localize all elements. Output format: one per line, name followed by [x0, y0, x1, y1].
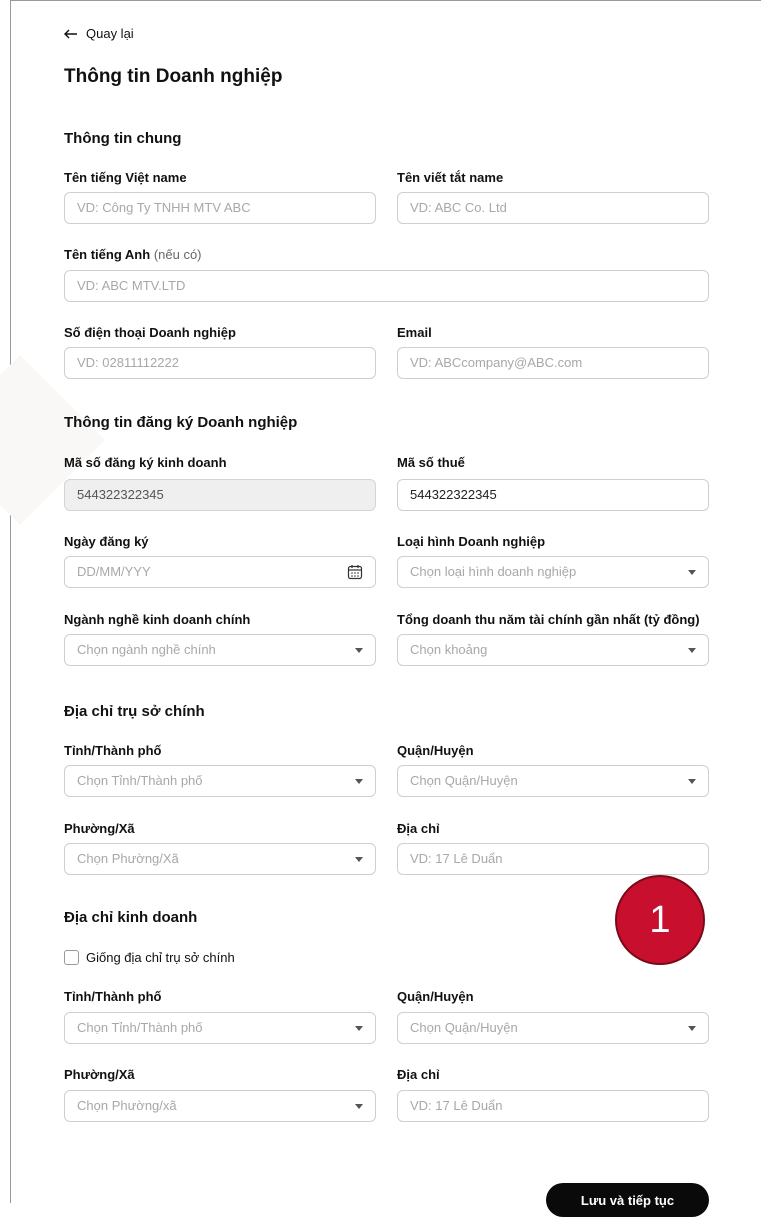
caret-down-icon [688, 569, 696, 575]
ho-province-select[interactable]: Chọn Tỉnh/Thành phố [64, 765, 376, 797]
reg-date-placeholder: DD/MM/YYY [77, 564, 151, 579]
arrow-left-icon [64, 29, 77, 38]
save-continue-button[interactable]: Lưu và tiếp tục [546, 1183, 709, 1217]
section-registration-title: Thông tin đăng ký Doanh nghiệp [64, 414, 298, 431]
short-name-label: Tên viết tắt name [397, 170, 504, 185]
caret-down-icon [355, 778, 363, 784]
same-address-checkbox[interactable] [64, 950, 79, 965]
ho-district-placeholder: Chọn Quận/Huyện [410, 773, 518, 788]
ho-district-select[interactable]: Chọn Quận/Huyện [397, 765, 709, 797]
tax-no-value: 544322322345 [410, 487, 497, 502]
caret-down-icon [355, 1103, 363, 1109]
frame-left-border [10, 0, 11, 1203]
tax-no-input[interactable]: 544322322345 [397, 479, 709, 511]
ba-district-select[interactable]: Chọn Quận/Huyện [397, 1012, 709, 1044]
ho-ward-label: Phường/Xã [64, 821, 135, 836]
ba-address-label: Địa chỉ [397, 1067, 440, 1082]
ba-ward-placeholder: Chọn Phường/xã [77, 1098, 177, 1113]
short-name-placeholder: VD: ABC Co. Ltd [410, 200, 507, 215]
en-name-label-text: Tên tiếng Anh [64, 247, 151, 262]
back-label: Quay lại [86, 26, 134, 41]
phone-placeholder: VD: 02811112222 [77, 355, 179, 370]
ba-district-label: Quận/Huyện [397, 989, 474, 1004]
ba-ward-label: Phường/Xã [64, 1067, 135, 1082]
reg-date-label: Ngày đăng ký [64, 534, 149, 549]
section-business-address-title: Địa chỉ kinh doanh [64, 909, 198, 926]
revenue-label: Tổng doanh thu năm tài chính gần nhất (t… [397, 612, 700, 627]
email-placeholder: VD: ABCcompany@ABC.com [410, 355, 583, 370]
ho-address-label: Địa chỉ [397, 821, 440, 836]
caret-down-icon [355, 1025, 363, 1031]
email-input[interactable]: VD: ABCcompany@ABC.com [397, 347, 709, 379]
phone-input[interactable]: VD: 02811112222 [64, 347, 376, 379]
caret-down-icon [688, 647, 696, 653]
en-name-label: Tên tiếng Anh (nếu có) [64, 247, 202, 262]
ba-province-label: Tỉnh/Thành phố [64, 989, 162, 1004]
frame-top-border [10, 0, 761, 1]
industry-select[interactable]: Chọn ngành nghề chính [64, 634, 376, 666]
ho-ward-placeholder: Chọn Phường/Xã [77, 851, 179, 866]
section-head-office-title: Địa chỉ trụ sở chính [64, 703, 205, 720]
ho-address-input[interactable]: VD: 17 Lê Duẩn [397, 843, 709, 875]
vn-name-label: Tên tiếng Việt name [64, 170, 187, 185]
short-name-input[interactable]: VD: ABC Co. Ltd [397, 192, 709, 224]
industry-label: Ngành nghề kinh doanh chính [64, 612, 251, 627]
reg-no-value: 544322322345 [77, 487, 164, 502]
caret-down-icon [355, 647, 363, 653]
phone-label: Số điện thoại Doanh nghiệp [64, 325, 236, 340]
ho-address-placeholder: VD: 17 Lê Duẩn [410, 851, 503, 866]
section-general-title: Thông tin chung [64, 130, 182, 147]
same-address-label[interactable]: Giống địa chỉ trụ sở chính [86, 950, 235, 965]
vn-name-placeholder: VD: Công Ty TNHH MTV ABC [77, 200, 251, 215]
reg-no-label: Mã số đăng ký kinh doanh [64, 455, 227, 470]
revenue-placeholder: Chọn khoảng [410, 642, 488, 657]
en-name-placeholder: VD: ABC MTV.LTD [77, 278, 186, 293]
caret-down-icon [355, 856, 363, 862]
biz-type-select[interactable]: Chọn loại hình doanh nghiệp [397, 556, 709, 588]
ba-province-placeholder: Chọn Tỉnh/Thành phố [77, 1020, 203, 1035]
industry-placeholder: Chọn ngành nghề chính [77, 642, 216, 657]
step-number-badge: 1 [615, 875, 705, 965]
ho-province-label: Tỉnh/Thành phố [64, 743, 162, 758]
revenue-select[interactable]: Chọn khoảng [397, 634, 709, 666]
email-label: Email [397, 325, 432, 340]
reg-date-input[interactable]: DD/MM/YYY [64, 556, 376, 588]
calendar-icon[interactable] [347, 564, 363, 580]
reg-no-input: 544322322345 [64, 479, 376, 511]
vn-name-input[interactable]: VD: Công Ty TNHH MTV ABC [64, 192, 376, 224]
biz-type-label: Loại hình Doanh nghiệp [397, 534, 546, 549]
ho-ward-select[interactable]: Chọn Phường/Xã [64, 843, 376, 875]
ba-ward-select[interactable]: Chọn Phường/xã [64, 1090, 376, 1122]
en-name-input[interactable]: VD: ABC MTV.LTD [64, 270, 709, 302]
back-link[interactable]: Quay lại [64, 26, 134, 41]
ba-province-select[interactable]: Chọn Tỉnh/Thành phố [64, 1012, 376, 1044]
tax-no-label: Mã số thuế [397, 455, 465, 470]
page-title: Thông tin Doanh nghiệp [64, 66, 283, 87]
ho-district-label: Quận/Huyện [397, 743, 474, 758]
en-name-optional: (nếu có) [153, 247, 202, 262]
caret-down-icon [688, 778, 696, 784]
ba-district-placeholder: Chọn Quận/Huyện [410, 1020, 518, 1035]
ba-address-input[interactable]: VD: 17 Lê Duẩn [397, 1090, 709, 1122]
ho-province-placeholder: Chọn Tỉnh/Thành phố [77, 773, 203, 788]
biz-type-placeholder: Chọn loại hình doanh nghiệp [410, 564, 577, 579]
caret-down-icon [688, 1025, 696, 1031]
ba-address-placeholder: VD: 17 Lê Duẩn [410, 1098, 503, 1113]
